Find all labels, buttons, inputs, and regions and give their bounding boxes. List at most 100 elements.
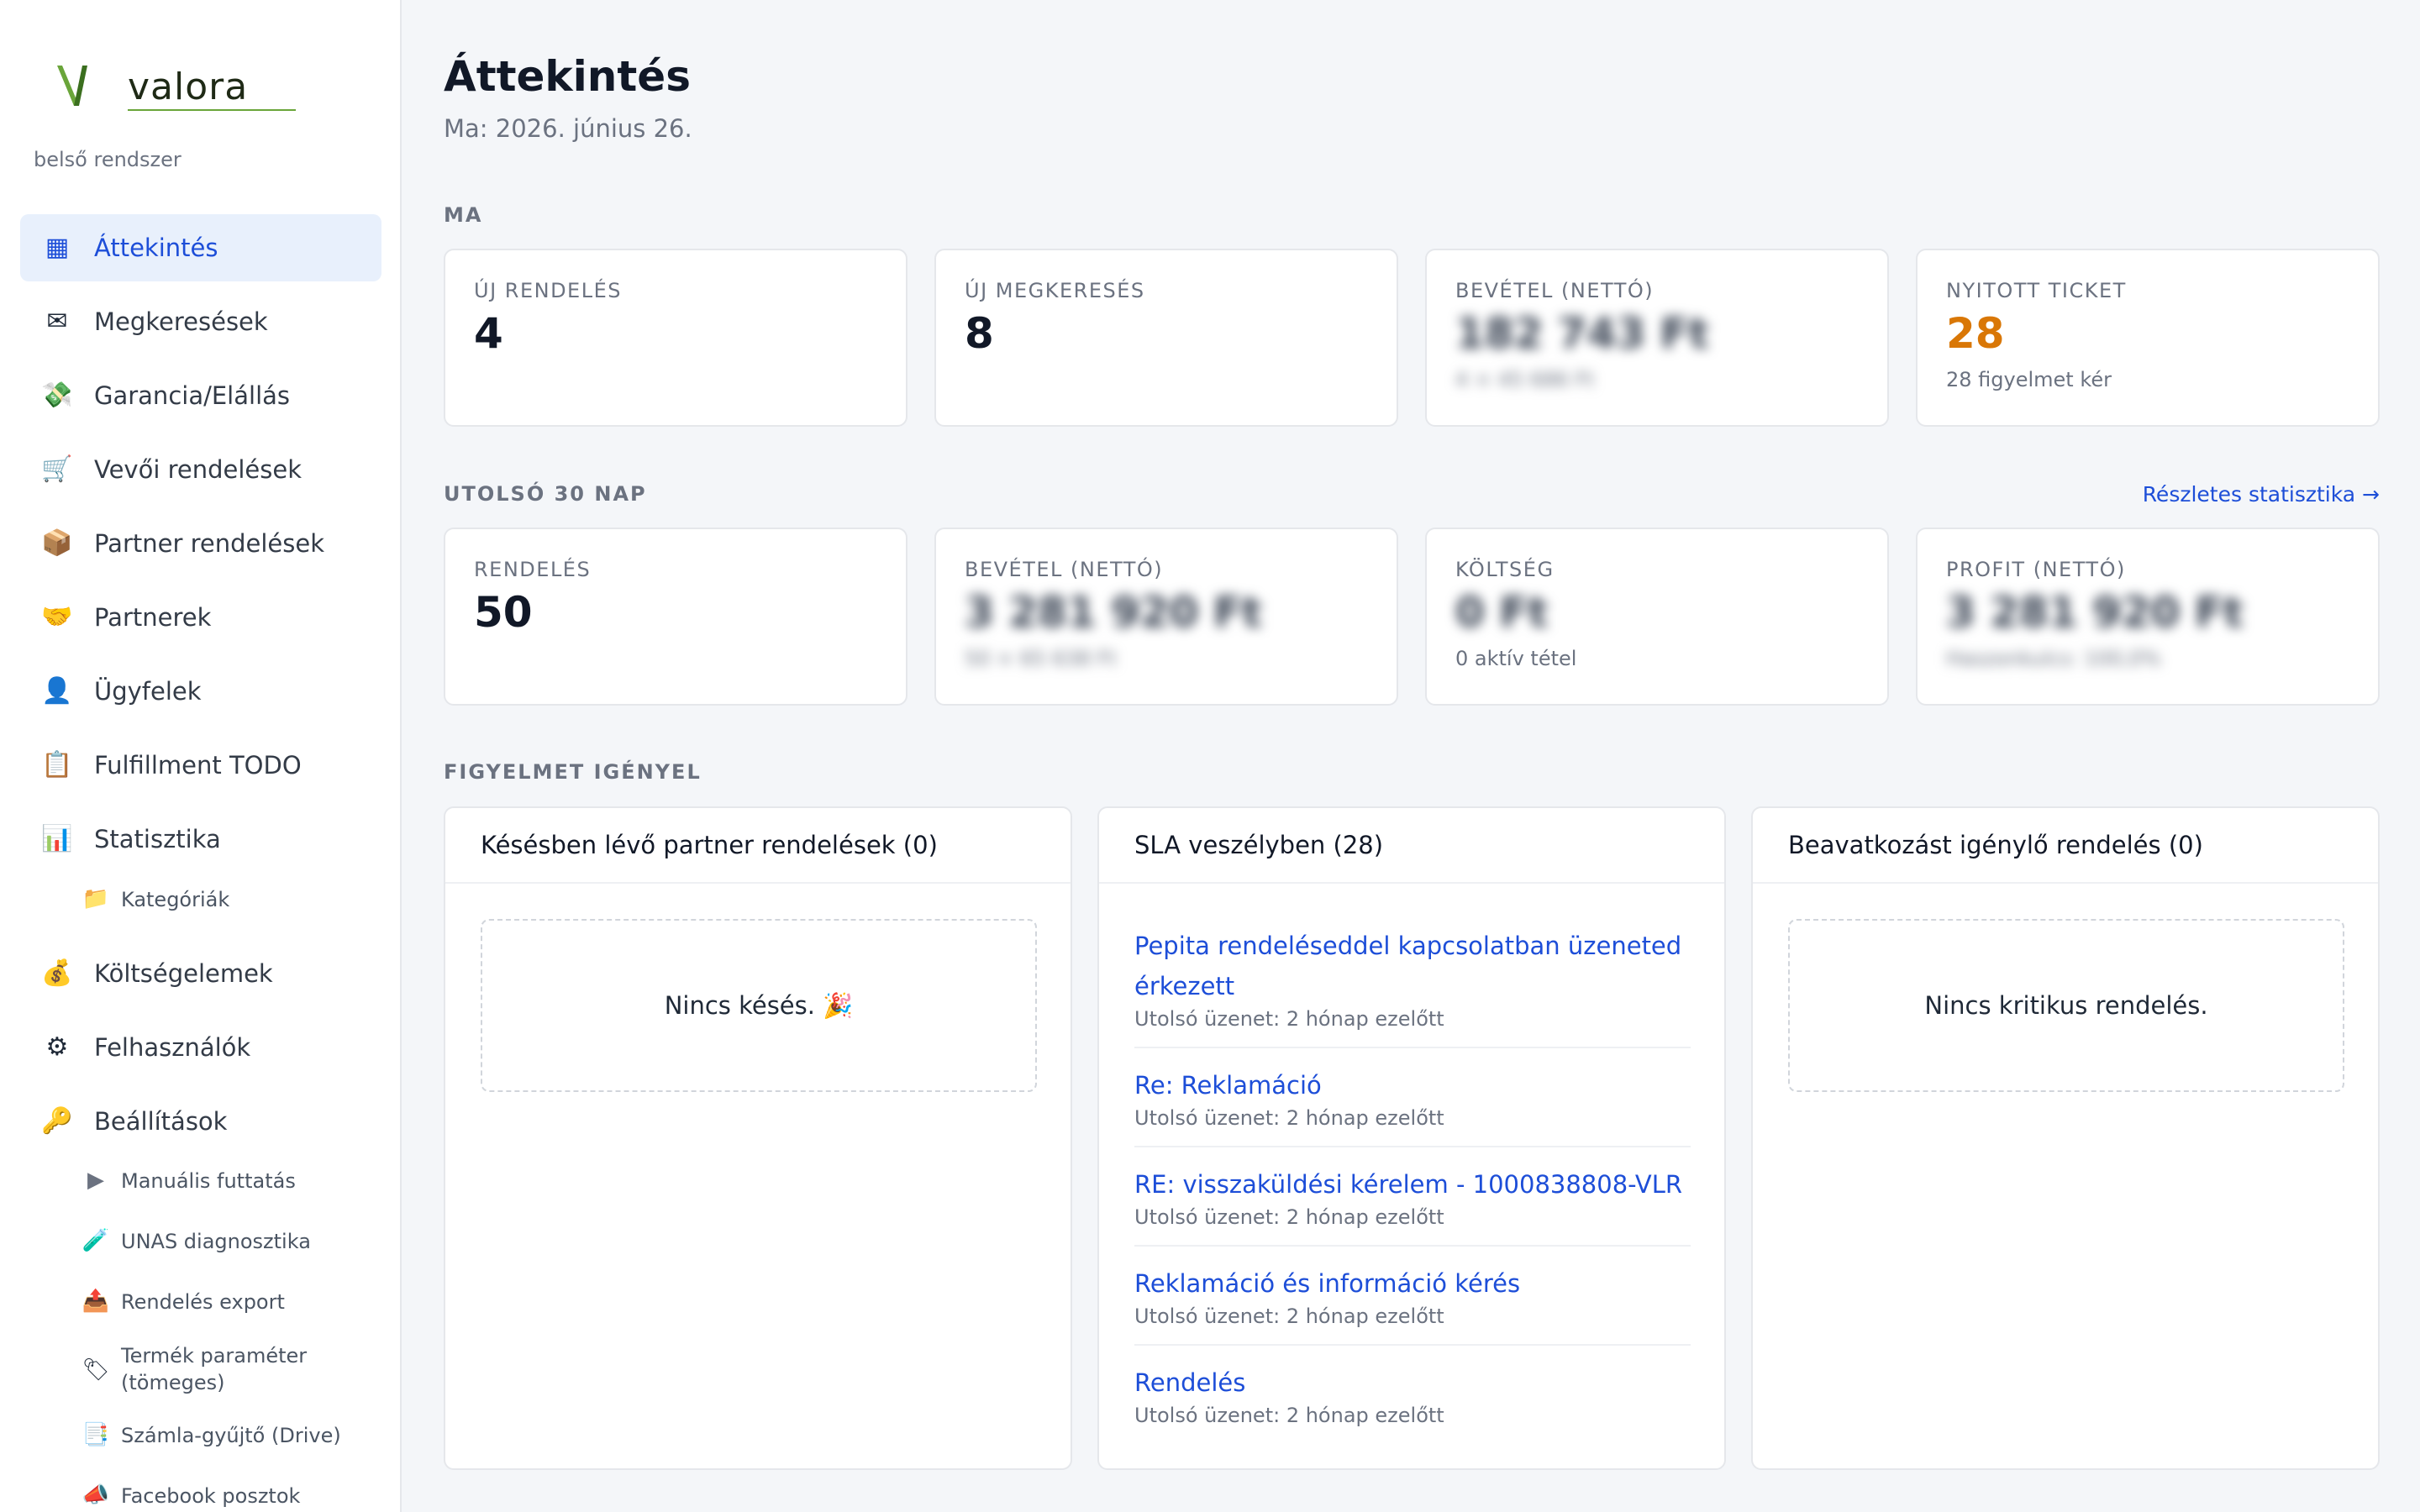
panel-title: Késésben lévő partner rendelések (0): [445, 808, 1071, 884]
sla-list: Pepita rendeléseddel kapcsolatban üzenet…: [1134, 926, 1691, 1460]
main-content: Áttekintés Ma: 2026. június 26. MA ÚJ RE…: [444, 0, 2380, 1512]
sidebar-subitem-unas-diagnosztika[interactable]: 🧪 UNAS diagnosztika: [20, 1228, 381, 1262]
card-cost-30d: KÖLTSÉG 0 Ft 0 aktív tétel: [1425, 528, 1889, 706]
sidebar-item-label: Költségelemek: [94, 959, 273, 988]
sidebar-item-label: Partner rendelések: [94, 529, 325, 558]
sidebar-subitem-label: Kategóriák: [121, 888, 230, 911]
section-label-today: MA: [444, 203, 483, 227]
brand-name: valora: [128, 66, 249, 108]
card-sub: 4 × 45 686 Ft: [1455, 368, 1595, 391]
sidebar-item-partner-rendelesek[interactable]: 📦 Partner rendelések: [20, 510, 381, 577]
card-revenue-today: BEVÉTEL (NETTÓ) 182 743 Ft 4 × 45 686 Ft: [1425, 249, 1889, 427]
page-title: Áttekintés: [444, 52, 691, 101]
sidebar-item-partnerek[interactable]: 🤝 Partnerek: [20, 584, 381, 651]
sidebar-item-label: Áttekintés: [94, 234, 218, 262]
sidebar-subitem-szamla-gyujto[interactable]: 📑 Számla-gyűjtő (Drive): [20, 1422, 381, 1456]
card-new-orders: ÚJ RENDELÉS 4: [444, 249, 908, 427]
card-value: 50: [474, 588, 533, 637]
sidebar: valora belső rendszer ▦ Áttekintés ✉ Meg…: [0, 0, 402, 1512]
sidebar-subitem-label: Facebook posztok: [121, 1484, 301, 1508]
sidebar-item-label: Fulfillment TODO: [94, 751, 302, 780]
card-label: BEVÉTEL (NETTÓ): [965, 558, 1164, 581]
valora-logo[interactable]: valora: [54, 60, 296, 119]
section-label-attention: FIGYELMET IGÉNYEL: [444, 760, 702, 784]
user-icon: 👤: [41, 676, 73, 706]
sidebar-subitem-label: Rendelés export: [121, 1290, 285, 1314]
card-new-inquiries: ÚJ MEGKERESÉS 8: [934, 249, 1398, 427]
card-label: PROFIT (NETTÓ): [1946, 558, 2126, 581]
sidebar-item-fulfillment-todo[interactable]: 📋 Fulfillment TODO: [20, 732, 381, 799]
sidebar-subitem-label: UNAS diagnosztika: [121, 1230, 311, 1253]
sidebar-item-statisztika[interactable]: 📊 Statisztika: [20, 806, 381, 873]
panel-title: SLA veszélyben (28): [1099, 808, 1724, 884]
ticket-last-message: Utolsó üzenet: 2 hónap ezelőtt: [1134, 1205, 1444, 1229]
sidebar-subitem-facebook-posztok[interactable]: 📣 Facebook posztok: [20, 1483, 381, 1512]
sidebar-subitem-termek-parameter[interactable]: 🏷 Termék paraméter (tömeges): [20, 1342, 381, 1401]
megaphone-icon: 📣: [82, 1483, 110, 1508]
card-orders-30d: RENDELÉS 50: [444, 528, 908, 706]
card-label: ÚJ MEGKERESÉS: [965, 279, 1145, 302]
ticket-link[interactable]: RE: visszaküldési kérelem - 1000838808-V…: [1134, 1170, 1682, 1199]
sidebar-item-label: Ügyfelek: [94, 677, 202, 706]
card-value: 8: [965, 309, 994, 358]
sidebar-item-koltsegelemek[interactable]: 💰 Költségelemek: [20, 940, 381, 1007]
card-sub: 50 × 65 638 Ft: [965, 647, 1117, 670]
card-sub: 0 aktív tétel: [1455, 647, 1577, 670]
list-item: Rendelés Utolsó üzenet: 2 hónap ezelőtt: [1134, 1362, 1691, 1443]
ticket-link[interactable]: Re: Reklamáció: [1134, 1071, 1322, 1100]
key-icon: 🔑: [41, 1106, 73, 1136]
clipboard-icon: 📋: [41, 750, 73, 780]
sidebar-item-attekintes[interactable]: ▦ Áttekintés: [20, 214, 381, 281]
card-sub: 28 figyelmet kér: [1946, 368, 2112, 391]
sidebar-item-beallitasok[interactable]: 🔑 Beállítások: [20, 1088, 381, 1155]
section-label-last-30-days: UTOLSÓ 30 NAP: [444, 482, 647, 506]
valora-logo-mark: [57, 66, 87, 106]
gear-icon: ⚙: [45, 1032, 69, 1062]
sidebar-item-label: Garancia/Elállás: [94, 381, 291, 410]
card-revenue-30d: BEVÉTEL (NETTÓ) 3 281 920 Ft 50 × 65 638…: [934, 528, 1398, 706]
card-value: 3 281 920 Ft: [1946, 588, 2244, 637]
card-value: 182 743 Ft: [1455, 309, 1709, 358]
sidebar-subitem-manualis-futtatas[interactable]: ▶ Manuális futtatás: [20, 1168, 381, 1201]
ticket-last-message: Utolsó üzenet: 2 hónap ezelőtt: [1134, 1404, 1444, 1427]
cart-icon: 🛒: [41, 454, 73, 484]
ticket-link[interactable]: Rendelés: [1134, 1368, 1245, 1397]
envelope-icon: ✉: [46, 307, 68, 336]
card-profit-30d: PROFIT (NETTÓ) 3 281 920 Ft Haszonkulcs:…: [1916, 528, 2380, 706]
outbox-icon: 📤: [82, 1289, 110, 1314]
sidebar-item-garancia[interactable]: 💸 Garancia/Elállás: [20, 362, 381, 429]
page-date: Ma: 2026. június 26.: [444, 114, 692, 143]
ticket-link[interactable]: Reklamáció és információ kérés: [1134, 1269, 1520, 1298]
sidebar-subitem-label: Számla-gyűjtő (Drive): [121, 1424, 341, 1447]
chart-icon: 📊: [41, 824, 73, 853]
sidebar-item-ugyfelek[interactable]: 👤 Ügyfelek: [20, 658, 381, 725]
sidebar-item-vevoi-rendelesek[interactable]: 🛒 Vevői rendelések: [20, 436, 381, 503]
sidebar-subitem-label: Termék paraméter (tömeges): [121, 1344, 308, 1394]
ticket-last-message: Utolsó üzenet: 2 hónap ezelőtt: [1134, 1106, 1444, 1130]
sidebar-item-label: Statisztika: [94, 825, 221, 853]
money-icon: 💸: [41, 381, 73, 410]
list-item: Reklamáció és információ kérés Utolsó üz…: [1134, 1263, 1691, 1346]
panel-title: Beavatkozást igénylő rendelés (0): [1753, 808, 2378, 884]
sidebar-item-label: Megkeresések: [94, 307, 268, 336]
panel-sla-at-risk: SLA veszélyben (28) Pepita rendeléseddel…: [1097, 806, 1726, 1470]
card-label: KÖLTSÉG: [1455, 558, 1555, 581]
card-sub: Haszonkulcs: 100,0%: [1946, 647, 2161, 670]
sidebar-item-megkeresesek[interactable]: ✉ Megkeresések: [20, 288, 381, 355]
handshake-icon: 🤝: [41, 602, 73, 632]
card-label: NYITOTT TICKET: [1946, 279, 2127, 302]
list-item: Pepita rendeléseddel kapcsolatban üzenet…: [1134, 926, 1691, 1048]
sidebar-subitem-rendeles-export[interactable]: 📤 Rendelés export: [20, 1289, 381, 1322]
document-icon: 📑: [82, 1422, 110, 1447]
card-value: 28: [1946, 309, 2005, 358]
sidebar-subitem-kategoriak[interactable]: 📁 Kategóriák: [20, 886, 381, 920]
brand-subtitle: belső rendszer: [34, 148, 182, 171]
empty-state: Nincs késés. 🎉: [481, 919, 1037, 1092]
play-icon: ▶: [87, 1168, 104, 1193]
ticket-last-message: Utolsó üzenet: 2 hónap ezelőtt: [1134, 1007, 1444, 1031]
folder-icon: 📁: [82, 886, 110, 911]
ticket-link[interactable]: Pepita rendeléseddel kapcsolatban üzenet…: [1134, 932, 1681, 1000]
sidebar-item-felhasznalok[interactable]: ⚙ Felhasználók: [20, 1014, 381, 1081]
detailed-statistics-link[interactable]: Részletes statisztika →: [2143, 482, 2380, 507]
test-tube-icon: 🧪: [82, 1228, 110, 1253]
